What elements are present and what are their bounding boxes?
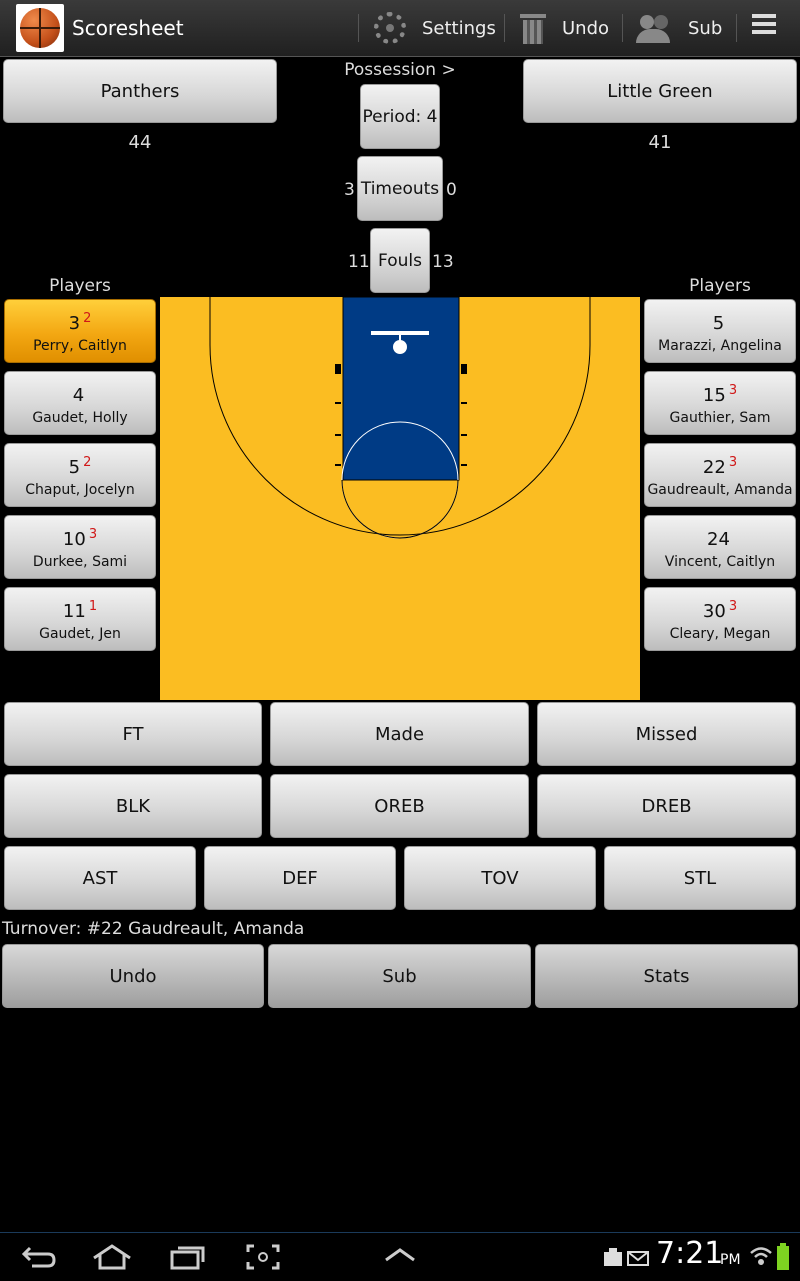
action-bar-divider: [622, 14, 623, 42]
basketball-icon: [20, 8, 60, 48]
home-player-button[interactable]: 52 Chaput, Jocelyn: [4, 443, 156, 507]
ast-button[interactable]: AST: [4, 846, 196, 910]
player-name: Cleary, Megan: [669, 625, 771, 642]
player-name: Perry, Caitlyn: [33, 337, 127, 354]
notification-icons: [604, 1248, 649, 1266]
settings-action[interactable]: Settings: [374, 0, 496, 56]
made-button[interactable]: Made: [270, 702, 529, 766]
undo-button[interactable]: Undo: [2, 944, 264, 1008]
app-title: Scoresheet: [72, 16, 184, 40]
home-team-fouls: 11: [348, 252, 370, 272]
away-player-button[interactable]: 5 Marazzi, Angelina: [644, 299, 796, 363]
chevron-up-icon[interactable]: [384, 1248, 416, 1262]
player-name: Gaudet, Jen: [39, 625, 121, 642]
clock-time: 7:21: [656, 1236, 724, 1271]
tov-button[interactable]: TOV: [404, 846, 596, 910]
player-fouls: 1: [88, 598, 98, 614]
blk-button[interactable]: BLK: [4, 774, 262, 838]
player-number: 3: [68, 312, 81, 334]
action-bar-divider: [358, 14, 359, 42]
away-player-button[interactable]: 24 Vincent, Caitlyn: [644, 515, 796, 579]
home-team-button[interactable]: Panthers: [3, 59, 277, 123]
overflow-menu-icon[interactable]: [752, 14, 780, 42]
away-player-button[interactable]: 22 3 Gaudreault, Amanda: [644, 443, 796, 507]
action-bar-divider: [736, 14, 737, 42]
away-timeouts: 0: [446, 180, 457, 200]
player-number: 15: [702, 384, 726, 406]
player-number: 10: [62, 528, 86, 550]
away-players-label: Players: [689, 276, 751, 296]
stats-button[interactable]: Stats: [535, 944, 798, 1008]
clock-ampm: PM: [720, 1252, 741, 1268]
court-diagram: [160, 297, 640, 700]
player-name: Gauthier, Sam: [669, 409, 771, 426]
back-icon[interactable]: [22, 1244, 56, 1270]
player-number: 4: [72, 384, 85, 406]
player-name: Vincent, Caitlyn: [664, 553, 776, 570]
player-number: 11: [62, 600, 86, 622]
player-number: 5: [68, 456, 81, 478]
home-player-button[interactable]: 32 Perry, Caitlyn: [4, 299, 156, 363]
home-icon[interactable]: [92, 1244, 132, 1270]
player-fouls: 2: [83, 310, 92, 326]
app-icon[interactable]: [16, 4, 64, 52]
home-timeouts: 3: [344, 180, 355, 200]
player-fouls: 3: [88, 526, 98, 542]
missed-button[interactable]: Missed: [537, 702, 796, 766]
shot-court[interactable]: [160, 297, 640, 700]
trash-icon: [520, 12, 546, 44]
fouls-button[interactable]: Fouls: [370, 228, 430, 293]
settings-label: Settings: [422, 17, 496, 39]
battery-icon: [777, 1243, 789, 1270]
stl-button[interactable]: STL: [604, 846, 796, 910]
player-fouls: 2: [83, 454, 92, 470]
away-team-fouls: 13: [432, 252, 454, 272]
away-score: 41: [648, 132, 672, 153]
away-player-button[interactable]: 15 3 Gauthier, Sam: [644, 371, 796, 435]
player-name: Durkee, Sami: [32, 553, 128, 570]
screenshot-icon[interactable]: [246, 1244, 280, 1270]
home-player-button[interactable]: 4 Gaudet, Holly: [4, 371, 156, 435]
gear-icon: [374, 12, 406, 44]
last-action-text: Turnover: #22 Gaudreault, Amanda: [2, 919, 305, 939]
sub-button[interactable]: Sub: [268, 944, 531, 1008]
undo-action[interactable]: Undo: [520, 0, 609, 56]
action-bar-divider: [504, 14, 505, 42]
period-button[interactable]: Period: 4: [360, 84, 440, 149]
undo-label: Undo: [562, 17, 610, 39]
wifi-icon: [750, 1247, 772, 1265]
home-player-button[interactable]: 10 3 Durkee, Sami: [4, 515, 156, 579]
player-fouls: 3: [728, 454, 738, 470]
player-name: Gaudreault, Amanda: [647, 481, 793, 498]
player-number: 5: [712, 312, 725, 334]
home-player-button[interactable]: 11 1 Gaudet, Jen: [4, 587, 156, 651]
player-number: 24: [707, 528, 730, 550]
recent-apps-icon[interactable]: [170, 1244, 206, 1270]
possession-indicator[interactable]: Possession >: [330, 60, 470, 80]
player-name: Marazzi, Angelina: [658, 337, 782, 354]
player-name: Chaput, Jocelyn: [25, 481, 135, 498]
home-players-label: Players: [49, 276, 111, 296]
away-team-button[interactable]: Little Green: [523, 59, 797, 123]
def-button[interactable]: DEF: [204, 846, 396, 910]
ft-button[interactable]: FT: [4, 702, 262, 766]
player-fouls: 3: [728, 598, 738, 614]
away-player-button[interactable]: 30 3 Cleary, Megan: [644, 587, 796, 651]
player-number: 22: [702, 456, 726, 478]
timeouts-button[interactable]: Timeouts: [357, 156, 443, 221]
dreb-button[interactable]: DREB: [537, 774, 796, 838]
player-number: 30: [702, 600, 726, 622]
oreb-button[interactable]: OREB: [270, 774, 529, 838]
home-score: 44: [128, 132, 152, 153]
sub-action[interactable]: Sub: [636, 0, 722, 56]
sub-label: Sub: [688, 17, 723, 39]
player-fouls: 3: [728, 382, 738, 398]
player-name: Gaudet, Holly: [32, 409, 128, 426]
people-icon: [636, 13, 672, 43]
